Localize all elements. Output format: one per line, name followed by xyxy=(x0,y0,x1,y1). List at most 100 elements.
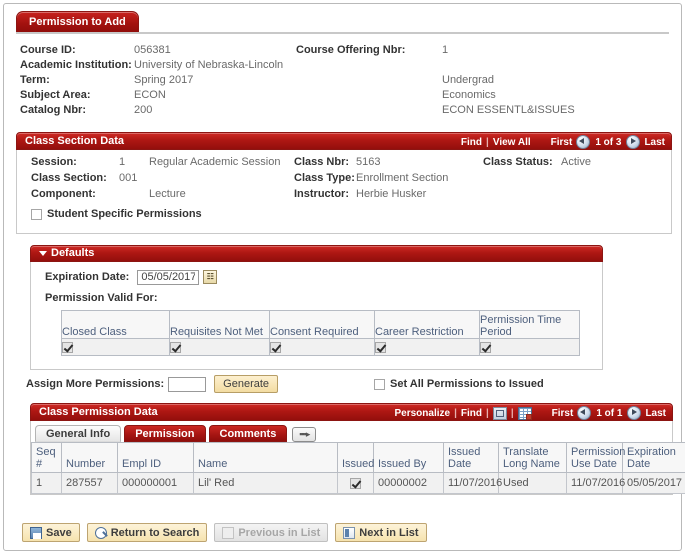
permission-valid-for-grid: Closed Class Requisites Not Met Consent Re… xyxy=(61,310,580,356)
cell-issued-by: 00000002 xyxy=(373,472,444,494)
generate-button[interactable]: Generate xyxy=(214,375,279,393)
class-section-row: Component: Lecture Instructor: Herbie Huske… xyxy=(17,188,671,204)
prev-arrow-icon[interactable] xyxy=(577,406,592,420)
class-section-data-header-controls: Find | View All First 1 of 3 Last xyxy=(461,135,665,149)
set-all-permissions-wrap: Set All Permissions to Issued xyxy=(374,378,544,390)
cell-expiration-date: 05/05/2017 xyxy=(622,472,685,494)
class-section-row: Class Section: 001 Class Type: Enrollment S… xyxy=(17,172,671,188)
permission-valid-for-data-row xyxy=(61,338,580,356)
student-specific-permissions-row: Student Specific Permissions xyxy=(17,208,671,220)
download-spreadsheet-icon[interactable] xyxy=(517,406,532,420)
defaults-group: Defaults Expiration Date: ☷ Permission V… xyxy=(30,245,603,370)
prev-arrow-icon[interactable] xyxy=(576,135,591,149)
cell-issued-date: 11/07/2016 xyxy=(443,472,502,494)
class-section-label: Class Section: xyxy=(31,172,107,184)
next-arrow-icon[interactable] xyxy=(626,135,641,149)
permission-valid-cell xyxy=(269,338,375,356)
class-section-data-group: Class Section Data Find | View All First… xyxy=(16,132,672,234)
class-permission-header-controls: Personalize | Find | | First 1 of 1 Last xyxy=(395,406,666,420)
grid-column-header: Expiration Date xyxy=(622,442,685,473)
return-to-search-button[interactable]: Return to Search xyxy=(86,523,208,542)
permission-valid-checkbox[interactable] xyxy=(270,341,281,353)
header-separator: | xyxy=(486,407,489,419)
save-disk-icon xyxy=(30,526,42,539)
issued-checkbox[interactable] xyxy=(350,477,361,489)
class-section-value: 1 xyxy=(119,156,126,168)
bottom-toolbar: Save Return to Search Previous in List Next… xyxy=(22,523,427,542)
page-tab-permission-to-add[interactable]: Permission to Add xyxy=(16,11,139,33)
grid-tab-permission[interactable]: Permission xyxy=(124,425,206,442)
key-field-value: 056381 xyxy=(134,44,171,56)
key-field-value: Spring 2017 xyxy=(134,74,194,86)
page-frame: Permission to Add Course ID: 056381 Course… xyxy=(3,3,685,551)
permission-valid-checkbox[interactable] xyxy=(480,341,491,353)
class-section-value-2: Enrollment Section xyxy=(356,172,449,184)
toolbar-button-label: Save xyxy=(46,526,72,539)
class-permission-last-link[interactable]: Last xyxy=(645,408,666,419)
class-section-find-link[interactable]: Find xyxy=(461,137,482,148)
permission-valid-column-header: Closed Class xyxy=(61,310,170,339)
expand-view-icon[interactable] xyxy=(492,406,507,420)
header-separator: | xyxy=(486,136,489,148)
key-field-value-2: ECON ESSENTL&ISSUES xyxy=(442,104,575,116)
student-specific-permissions-checkbox[interactable] xyxy=(31,208,42,220)
class-permission-first-link[interactable]: First xyxy=(552,408,574,419)
class-section-view-all-link[interactable]: View All xyxy=(493,137,531,148)
defaults-title-wrap: Defaults xyxy=(39,247,94,259)
permission-valid-checkbox[interactable] xyxy=(375,341,386,353)
cell-permission-number: 287557 xyxy=(61,472,118,494)
key-field-row: Academic Institution: University of Nebra… xyxy=(20,59,670,74)
next-in-list-icon xyxy=(343,526,356,539)
key-field-label: Course ID: xyxy=(20,44,76,56)
class-section-last-link[interactable]: Last xyxy=(644,137,665,148)
class-section-value-long: Lecture xyxy=(149,188,186,200)
set-all-permissions-label: Set All Permissions to Issued xyxy=(390,378,544,390)
personalize-link[interactable]: Personalize xyxy=(395,408,451,419)
permission-valid-for-header-row: Closed Class Requisites Not Met Consent Re… xyxy=(61,310,580,339)
cell-permission-use-date: 11/07/2016 xyxy=(566,472,625,494)
key-field-label: Academic Institution: xyxy=(20,59,132,71)
class-section-value-2: Herbie Husker xyxy=(356,188,427,200)
cell-seq-number: 1 xyxy=(31,472,62,494)
class-permission-data-body: General Info Permission Comments ▪▪▪▸ Seq #… xyxy=(30,421,685,495)
previous-in-list-button: Previous in List xyxy=(214,523,329,542)
expiration-date-input[interactable] xyxy=(137,269,200,285)
cell-student-name: Lil' Red xyxy=(193,472,338,494)
permission-valid-checkbox[interactable] xyxy=(170,341,181,353)
collapse-triangle-icon[interactable] xyxy=(39,250,47,256)
header-separator: | xyxy=(454,407,457,419)
class-section-row: Session: 1 Regular Academic Session Class N… xyxy=(17,156,671,172)
permission-valid-cell xyxy=(61,338,170,356)
class-section-counter: 1 of 3 xyxy=(595,136,622,148)
permission-valid-column-header: Consent Required xyxy=(269,310,375,339)
grid-tab-comments[interactable]: Comments xyxy=(208,425,288,442)
assign-more-permissions-input[interactable] xyxy=(168,376,207,392)
key-field-label: Subject Area: xyxy=(20,89,91,101)
permission-valid-for-label: Permission Valid For: xyxy=(45,292,158,304)
next-in-list-button[interactable]: Next in List xyxy=(335,523,427,542)
class-section-first-link[interactable]: First xyxy=(551,137,573,148)
set-all-permissions-checkbox[interactable] xyxy=(374,378,386,390)
grid-tab-general-info[interactable]: General Info xyxy=(35,425,122,442)
class-section-data-title: Class Section Data xyxy=(25,135,125,147)
calendar-icon[interactable]: ☷ xyxy=(203,270,218,284)
expiration-date-row: Expiration Date: ☷ xyxy=(31,268,602,286)
previous-in-list-icon xyxy=(222,526,235,539)
save-button[interactable]: Save xyxy=(22,523,80,542)
class-section-value-long: Regular Academic Session xyxy=(149,156,281,168)
grid-column-header: Issued Date xyxy=(443,442,499,473)
class-permission-grid: Seq # Number Empl ID Name Issued Issued By Iss… xyxy=(31,442,685,494)
permission-valid-column-header: Permission Time Period xyxy=(479,310,580,339)
permission-valid-cell xyxy=(479,338,580,356)
table-row: 1 287557 000000001 Lil' Red 00000002 11/07/20… xyxy=(31,472,685,494)
key-field-row: Term: Spring 2017 Undergrad xyxy=(20,74,670,89)
defaults-body: Expiration Date: ☷ Permission Valid For:… xyxy=(30,262,603,370)
header-separator: | xyxy=(510,407,514,419)
key-field-row: Course ID: 056381 Course Offering Nbr: 1 xyxy=(20,44,670,59)
key-fields-block: Course ID: 056381 Course Offering Nbr: 1 Aca… xyxy=(20,44,670,119)
permission-valid-checkbox[interactable] xyxy=(62,341,73,353)
next-arrow-icon[interactable] xyxy=(627,406,642,420)
key-field-label: Term: xyxy=(20,74,50,86)
expand-tabs-icon[interactable]: ▪▪▪▸ xyxy=(292,427,317,442)
class-permission-find-link[interactable]: Find xyxy=(461,408,482,419)
